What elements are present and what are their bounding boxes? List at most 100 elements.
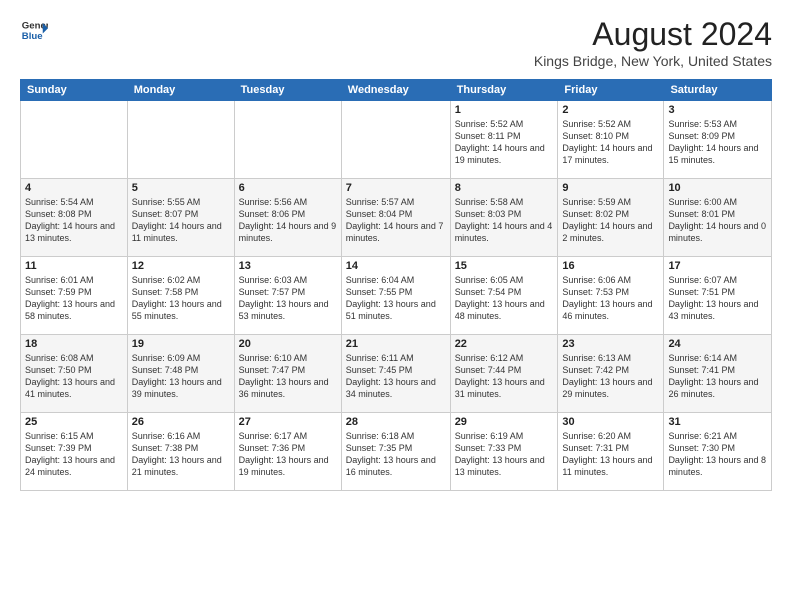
day-number: 8: [455, 182, 554, 194]
day-info: Sunrise: 5:53 AM Sunset: 8:09 PM Dayligh…: [668, 118, 767, 167]
day-info: Sunrise: 6:19 AM Sunset: 7:33 PM Dayligh…: [455, 430, 554, 479]
day-info: Sunrise: 6:17 AM Sunset: 7:36 PM Dayligh…: [239, 430, 337, 479]
header-tuesday: Tuesday: [234, 80, 341, 101]
calendar-cell: 3 Sunrise: 5:53 AM Sunset: 8:09 PM Daylig…: [664, 101, 772, 179]
day-number: 15: [455, 260, 554, 272]
calendar-cell: 6Sunrise: 5:56 AM Sunset: 8:06 PM Daylig…: [234, 179, 341, 257]
calendar-cell: 9 Sunrise: 5:59 AM Sunset: 8:02 PM Daylig…: [558, 179, 664, 257]
day-number: 3: [668, 104, 767, 116]
calendar-cell: 1Sunrise: 5:52 AM Sunset: 8:11 PM Daylig…: [450, 101, 558, 179]
day-info: Sunrise: 6:16 AM Sunset: 7:38 PM Dayligh…: [132, 430, 230, 479]
calendar-cell: 17 Sunrise: 6:07 AM Sunset: 7:51 PM Dayli…: [664, 257, 772, 335]
calendar-cell: 27Sunrise: 6:17 AM Sunset: 7:36 PM Dayli…: [234, 413, 341, 491]
day-info: Sunrise: 5:57 AM Sunset: 8:04 PM Dayligh…: [346, 196, 446, 245]
day-number: 18: [25, 338, 123, 350]
page: General Blue August 2024 Kings Bridge, N…: [0, 0, 792, 612]
day-info: Sunrise: 5:52 AM Sunset: 8:11 PM Dayligh…: [455, 118, 554, 167]
day-number: 24: [668, 338, 767, 350]
day-info: Sunrise: 5:55 AM Sunset: 8:07 PM Dayligh…: [132, 196, 230, 245]
weekday-header-row: Sunday Monday Tuesday Wednesday Thursday…: [21, 80, 772, 101]
day-info: Sunrise: 5:52 AM Sunset: 8:10 PM Dayligh…: [562, 118, 659, 167]
header-saturday: Saturday: [664, 80, 772, 101]
day-number: 7: [346, 182, 446, 194]
calendar-cell: 19 Sunrise: 6:09 AM Sunset: 7:48 PM Dayli…: [127, 335, 234, 413]
calendar-cell: 11 Sunrise: 6:01 AM Sunset: 7:59 PM Dayli…: [21, 257, 128, 335]
day-info: Sunrise: 5:59 AM Sunset: 8:02 PM Dayligh…: [562, 196, 659, 245]
calendar-cell: 24 Sunrise: 6:14 AM Sunset: 7:41 PM Dayli…: [664, 335, 772, 413]
header-thursday: Thursday: [450, 80, 558, 101]
day-number: 19: [132, 338, 230, 350]
header-wednesday: Wednesday: [341, 80, 450, 101]
day-info: Sunrise: 6:12 AM Sunset: 7:44 PM Dayligh…: [455, 352, 554, 401]
calendar-cell: 4 Sunrise: 5:54 AM Sunset: 8:08 PM Daylig…: [21, 179, 128, 257]
day-number: 11: [25, 260, 123, 272]
calendar-cell: [341, 101, 450, 179]
calendar-cell: 21 Sunrise: 6:11 AM Sunset: 7:45 PM Dayli…: [341, 335, 450, 413]
calendar-cell: 18 Sunrise: 6:08 AM Sunset: 7:50 PM Dayli…: [21, 335, 128, 413]
day-number: 2: [562, 104, 659, 116]
day-number: 21: [346, 338, 446, 350]
day-number: 17: [668, 260, 767, 272]
calendar-cell: 31Sunrise: 6:21 AM Sunset: 7:30 PM Dayli…: [664, 413, 772, 491]
day-number: 26: [132, 416, 230, 428]
day-info: Sunrise: 6:04 AM Sunset: 7:55 PM Dayligh…: [346, 274, 446, 323]
calendar-cell: 29Sunrise: 6:19 AM Sunset: 7:33 PM Dayli…: [450, 413, 558, 491]
calendar-cell: 26 Sunrise: 6:16 AM Sunset: 7:38 PM Dayli…: [127, 413, 234, 491]
day-number: 10: [668, 182, 767, 194]
day-info: Sunrise: 6:07 AM Sunset: 7:51 PM Dayligh…: [668, 274, 767, 323]
day-number: 14: [346, 260, 446, 272]
logo-icon: General Blue: [20, 16, 48, 44]
day-number: 30: [562, 416, 659, 428]
calendar: Sunday Monday Tuesday Wednesday Thursday…: [20, 79, 772, 491]
calendar-cell: 14 Sunrise: 6:04 AM Sunset: 7:55 PM Dayli…: [341, 257, 450, 335]
location: Kings Bridge, New York, United States: [534, 53, 772, 69]
calendar-cell: 15Sunrise: 6:05 AM Sunset: 7:54 PM Dayli…: [450, 257, 558, 335]
calendar-cell: 2 Sunrise: 5:52 AM Sunset: 8:10 PM Daylig…: [558, 101, 664, 179]
day-number: 9: [562, 182, 659, 194]
logo: General Blue: [20, 16, 48, 44]
day-number: 6: [239, 182, 337, 194]
calendar-cell: 16Sunrise: 6:06 AM Sunset: 7:53 PM Dayli…: [558, 257, 664, 335]
day-number: 12: [132, 260, 230, 272]
day-number: 25: [25, 416, 123, 428]
calendar-cell: [234, 101, 341, 179]
day-info: Sunrise: 5:54 AM Sunset: 8:08 PM Dayligh…: [25, 196, 123, 245]
calendar-cell: 28 Sunrise: 6:18 AM Sunset: 7:35 PM Dayli…: [341, 413, 450, 491]
day-info: Sunrise: 6:13 AM Sunset: 7:42 PM Dayligh…: [562, 352, 659, 401]
calendar-cell: 23Sunrise: 6:13 AM Sunset: 7:42 PM Dayli…: [558, 335, 664, 413]
calendar-cell: 25 Sunrise: 6:15 AM Sunset: 7:39 PM Dayli…: [21, 413, 128, 491]
calendar-cell: 8 Sunrise: 5:58 AM Sunset: 8:03 PM Daylig…: [450, 179, 558, 257]
day-number: 22: [455, 338, 554, 350]
day-info: Sunrise: 6:21 AM Sunset: 7:30 PM Dayligh…: [668, 430, 767, 479]
day-info: Sunrise: 5:58 AM Sunset: 8:03 PM Dayligh…: [455, 196, 554, 245]
day-info: Sunrise: 6:00 AM Sunset: 8:01 PM Dayligh…: [668, 196, 767, 245]
calendar-cell: 20Sunrise: 6:10 AM Sunset: 7:47 PM Dayli…: [234, 335, 341, 413]
day-info: Sunrise: 6:08 AM Sunset: 7:50 PM Dayligh…: [25, 352, 123, 401]
calendar-cell: [21, 101, 128, 179]
header: General Blue August 2024 Kings Bridge, N…: [20, 16, 772, 69]
day-number: 28: [346, 416, 446, 428]
calendar-cell: 5Sunrise: 5:55 AM Sunset: 8:07 PM Daylig…: [127, 179, 234, 257]
day-info: Sunrise: 6:18 AM Sunset: 7:35 PM Dayligh…: [346, 430, 446, 479]
svg-text:Blue: Blue: [22, 31, 43, 42]
calendar-cell: 13Sunrise: 6:03 AM Sunset: 7:57 PM Dayli…: [234, 257, 341, 335]
calendar-cell: 30Sunrise: 6:20 AM Sunset: 7:31 PM Dayli…: [558, 413, 664, 491]
day-info: Sunrise: 6:15 AM Sunset: 7:39 PM Dayligh…: [25, 430, 123, 479]
header-friday: Friday: [558, 80, 664, 101]
day-info: Sunrise: 6:09 AM Sunset: 7:48 PM Dayligh…: [132, 352, 230, 401]
day-info: Sunrise: 6:14 AM Sunset: 7:41 PM Dayligh…: [668, 352, 767, 401]
header-monday: Monday: [127, 80, 234, 101]
day-info: Sunrise: 6:01 AM Sunset: 7:59 PM Dayligh…: [25, 274, 123, 323]
day-info: Sunrise: 6:10 AM Sunset: 7:47 PM Dayligh…: [239, 352, 337, 401]
day-info: Sunrise: 6:11 AM Sunset: 7:45 PM Dayligh…: [346, 352, 446, 401]
header-sunday: Sunday: [21, 80, 128, 101]
day-number: 16: [562, 260, 659, 272]
calendar-cell: 12 Sunrise: 6:02 AM Sunset: 7:58 PM Dayli…: [127, 257, 234, 335]
calendar-cell: 10 Sunrise: 6:00 AM Sunset: 8:01 PM Dayli…: [664, 179, 772, 257]
month-title: August 2024: [534, 16, 772, 53]
day-info: Sunrise: 6:02 AM Sunset: 7:58 PM Dayligh…: [132, 274, 230, 323]
calendar-cell: 7 Sunrise: 5:57 AM Sunset: 8:04 PM Daylig…: [341, 179, 450, 257]
day-number: 4: [25, 182, 123, 194]
title-block: August 2024 Kings Bridge, New York, Unit…: [534, 16, 772, 69]
day-info: Sunrise: 6:03 AM Sunset: 7:57 PM Dayligh…: [239, 274, 337, 323]
